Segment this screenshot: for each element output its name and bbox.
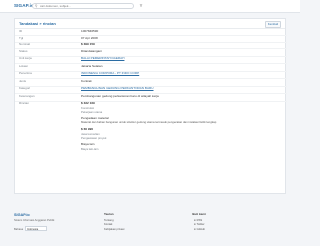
top-bar: SIGAP.io ⚲ ▿	[0, 0, 300, 13]
row-breakdown: Rincian $ 332 169 Konstruksi Pekerjaan u…	[15, 101, 287, 193]
detail-card: Tandakasi » rincian Kembali ID 100784659…	[14, 18, 287, 194]
footer: SIGAP.io Sistem Informasi Anggaran Publi…	[0, 208, 300, 246]
footer-tagline: Sistem Informasi Anggaran Publik	[14, 218, 55, 222]
github-icon: ■	[194, 227, 196, 231]
language-select[interactable]: Indonesia	[25, 226, 47, 232]
footer-link[interactable]: Tentang	[104, 219, 114, 222]
footer-link[interactable]: ■RSS	[194, 219, 202, 222]
search-box[interactable]: ⚲	[32, 2, 134, 9]
footer-col-title: Ikuti kami	[192, 212, 206, 216]
filter-icon[interactable]: ▿	[138, 3, 144, 9]
breakdown-list: $ 332 169 Konstruksi Pekerjaan utama Pen…	[81, 101, 281, 151]
unit-link[interactable]: BALAI PEMERINTAH DAERAH	[81, 56, 281, 61]
back-button[interactable]: Kembali	[264, 21, 281, 28]
footer-link[interactable]: ■Twitter	[194, 223, 205, 226]
footer-link[interactable]: ■GitHub	[194, 228, 205, 231]
card-title: Tandakasi » rincian	[19, 20, 56, 26]
recipient-link[interactable]: INDONESIA CORPORA - PT INDO CORP	[81, 71, 281, 76]
footer-col-title: Tautan	[104, 212, 114, 216]
twitter-icon: ■	[194, 223, 196, 226]
breakdown-item: $ 332 169 Konstruksi Pekerjaan utama	[81, 101, 103, 114]
breakdown-item: Pengadaan material Material dan bahan ba…	[81, 115, 217, 125]
footer-logo[interactable]: SIGAP.io	[14, 213, 30, 218]
footer-link[interactable]: Kontak	[104, 223, 112, 226]
breakdown-item: $ 66 990 Jasa konsultan Pengawasan proye…	[81, 127, 107, 140]
footer-link[interactable]: Kebijakan privasi	[104, 228, 124, 231]
language-label: Bahasa	[14, 227, 24, 231]
category-link[interactable]: PEMBANGUNAN GEDUNG PERKANTORAN BARU	[81, 86, 281, 91]
rss-icon: ■	[194, 218, 196, 222]
search-input[interactable]	[39, 3, 130, 8]
card-header: Tandakasi » rincian Kembali	[15, 19, 285, 29]
breakdown-item: Biaya lain Biaya lain-lain	[81, 142, 99, 151]
site-logo[interactable]: SIGAP.io	[14, 3, 34, 9]
